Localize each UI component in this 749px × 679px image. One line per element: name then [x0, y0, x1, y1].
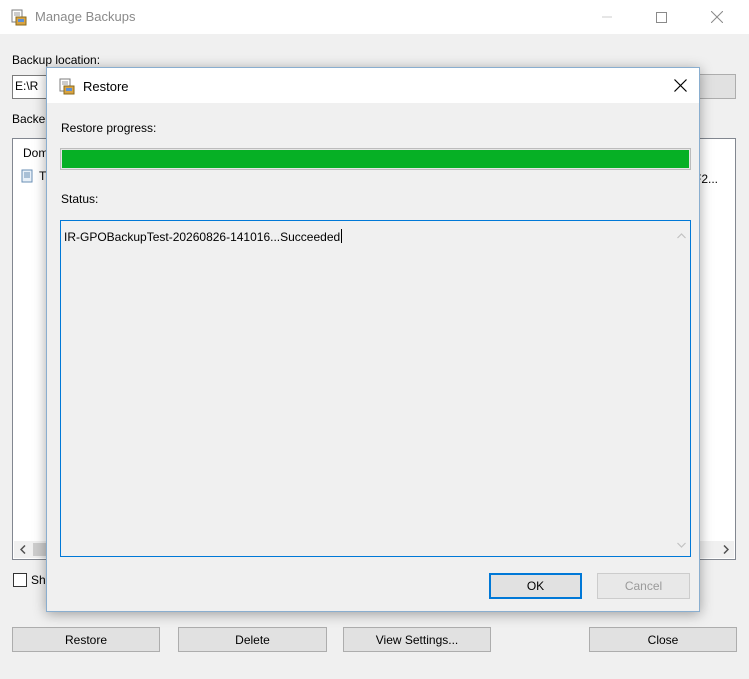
- vertical-scrollbar[interactable]: [673, 221, 690, 556]
- text-caret: [341, 229, 343, 243]
- ok-button[interactable]: OK: [489, 573, 582, 599]
- minimize-icon: [602, 16, 612, 18]
- main-title-bar: Manage Backups: [0, 0, 749, 34]
- window-title: Manage Backups: [35, 9, 136, 24]
- browse-button[interactable]: [698, 74, 736, 99]
- backed-up-gpos-label: Backe: [12, 112, 46, 126]
- dialog-title-bar: Restore: [47, 68, 699, 103]
- show-latest-label: Sh: [31, 573, 46, 587]
- cancel-button[interactable]: Cancel: [597, 573, 690, 599]
- column-header-domain[interactable]: Dom: [23, 146, 48, 160]
- chevron-left-icon: [19, 545, 26, 554]
- close-button[interactable]: Close: [589, 627, 737, 652]
- delete-button[interactable]: Delete: [178, 627, 327, 652]
- backup-location-label: Backup location:: [12, 53, 101, 67]
- show-latest-checkbox[interactable]: [13, 573, 27, 587]
- restore-dialog: Restore Restore progress: Status: IR-GPO…: [46, 67, 700, 612]
- chevron-down-icon: [677, 542, 686, 548]
- progress-label: Restore progress:: [61, 121, 157, 135]
- progress-fill: [62, 150, 689, 168]
- backup-icon: [11, 9, 27, 26]
- view-settings-button[interactable]: View Settings...: [343, 627, 491, 652]
- restore-progress-bar: [60, 148, 691, 170]
- status-label: Status:: [61, 192, 99, 206]
- maximize-button[interactable]: [638, 0, 684, 34]
- scroll-up-button[interactable]: [673, 227, 690, 244]
- restore-icon: [59, 78, 75, 95]
- close-icon: [673, 79, 687, 92]
- chevron-up-icon: [677, 232, 686, 238]
- chevron-right-icon: [722, 545, 729, 554]
- scroll-down-button[interactable]: [673, 536, 690, 553]
- status-textbox[interactable]: IR-GPOBackupTest-20260826-141016...Succe…: [60, 220, 691, 557]
- scroll-right-button[interactable]: [717, 541, 734, 558]
- close-icon: [711, 11, 723, 23]
- maximize-icon: [655, 11, 667, 23]
- dialog-close-button[interactable]: [661, 68, 699, 103]
- minimize-button[interactable]: [584, 0, 630, 34]
- close-window-button[interactable]: [694, 0, 740, 34]
- scroll-left-button[interactable]: [14, 541, 31, 558]
- status-text: IR-GPOBackupTest-20260826-141016...Succe…: [64, 229, 343, 244]
- status-line: IR-GPOBackupTest-20260826-141016...Succe…: [64, 230, 341, 244]
- dialog-title: Restore: [83, 79, 129, 94]
- gpo-backup-icon: [21, 169, 33, 183]
- restore-button[interactable]: Restore: [12, 627, 160, 652]
